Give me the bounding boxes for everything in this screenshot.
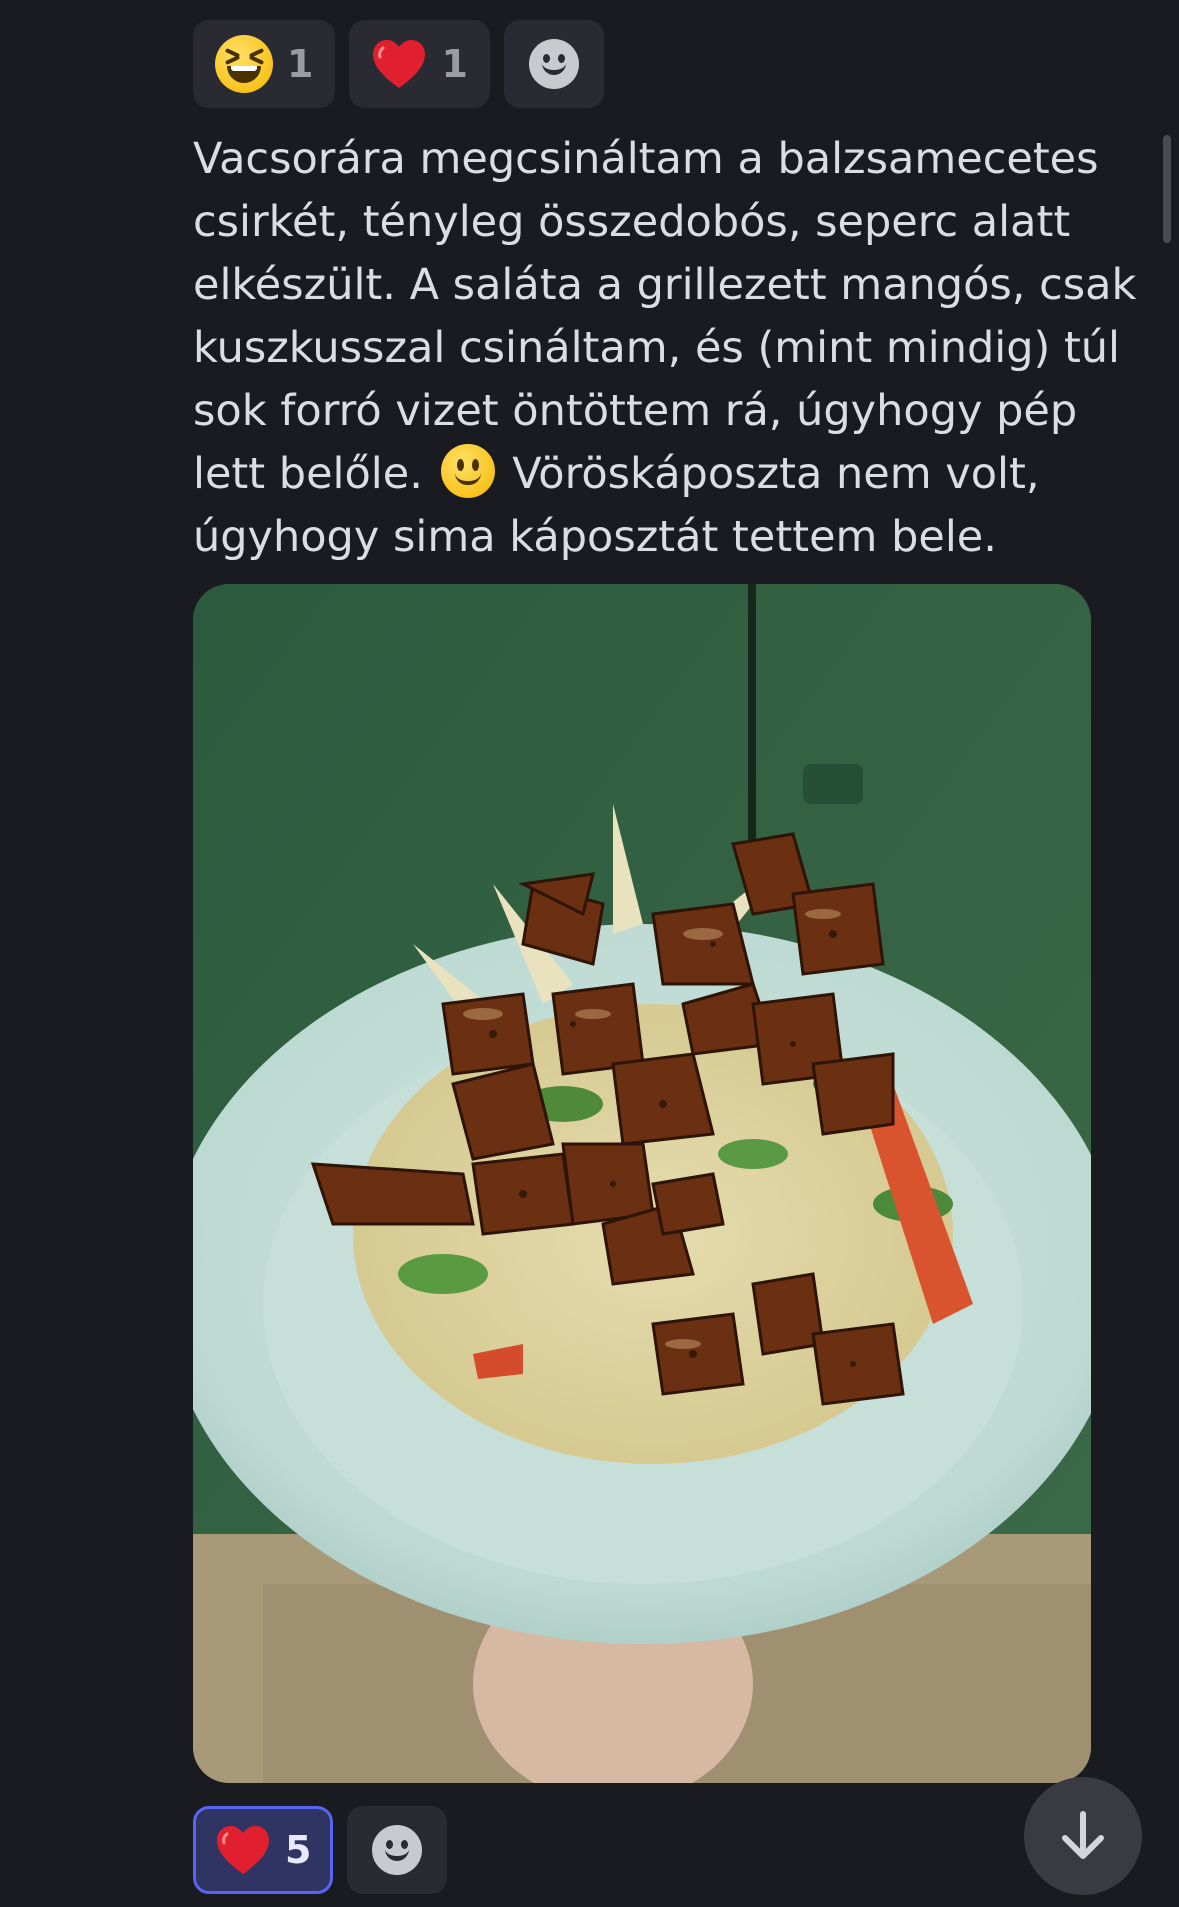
add-reaction-button[interactable] bbox=[347, 1806, 448, 1894]
reaction-count: 1 bbox=[441, 42, 468, 86]
jump-to-bottom-button[interactable] bbox=[1024, 1777, 1142, 1895]
grinning-squinting-face-icon bbox=[215, 35, 273, 93]
red-heart-icon bbox=[373, 40, 426, 88]
reaction-heart[interactable]: 1 bbox=[349, 20, 490, 108]
slightly-smiling-face-icon bbox=[440, 444, 495, 498]
reaction-bar-bottom: 5 bbox=[193, 1806, 448, 1894]
red-heart-icon bbox=[217, 1826, 269, 1874]
message-text-part1: Vacsorára megcsináltam a balzsamecetes c… bbox=[193, 134, 1137, 499]
reaction-laughing[interactable]: 1 bbox=[193, 20, 336, 108]
scrollbar[interactable] bbox=[1163, 135, 1171, 243]
chat-view: 1 1 Vacsorára megcsináltam a balzsamecet… bbox=[0, 0, 1179, 1907]
reaction-bar-top: 1 1 bbox=[193, 20, 604, 108]
food-photo bbox=[193, 584, 1091, 1783]
reaction-count: 5 bbox=[285, 1828, 312, 1872]
message-body: Vacsorára megcsináltam a balzsamecetes c… bbox=[193, 128, 1143, 569]
add-reaction-button[interactable] bbox=[503, 20, 604, 108]
reaction-count: 1 bbox=[287, 42, 314, 86]
reaction-heart-active[interactable]: 5 bbox=[193, 1806, 334, 1894]
add-emoji-icon bbox=[372, 1825, 423, 1875]
add-emoji-icon bbox=[528, 39, 579, 89]
arrow-down-icon bbox=[1062, 1811, 1104, 1859]
message-image-attachment[interactable] bbox=[193, 584, 1091, 1783]
